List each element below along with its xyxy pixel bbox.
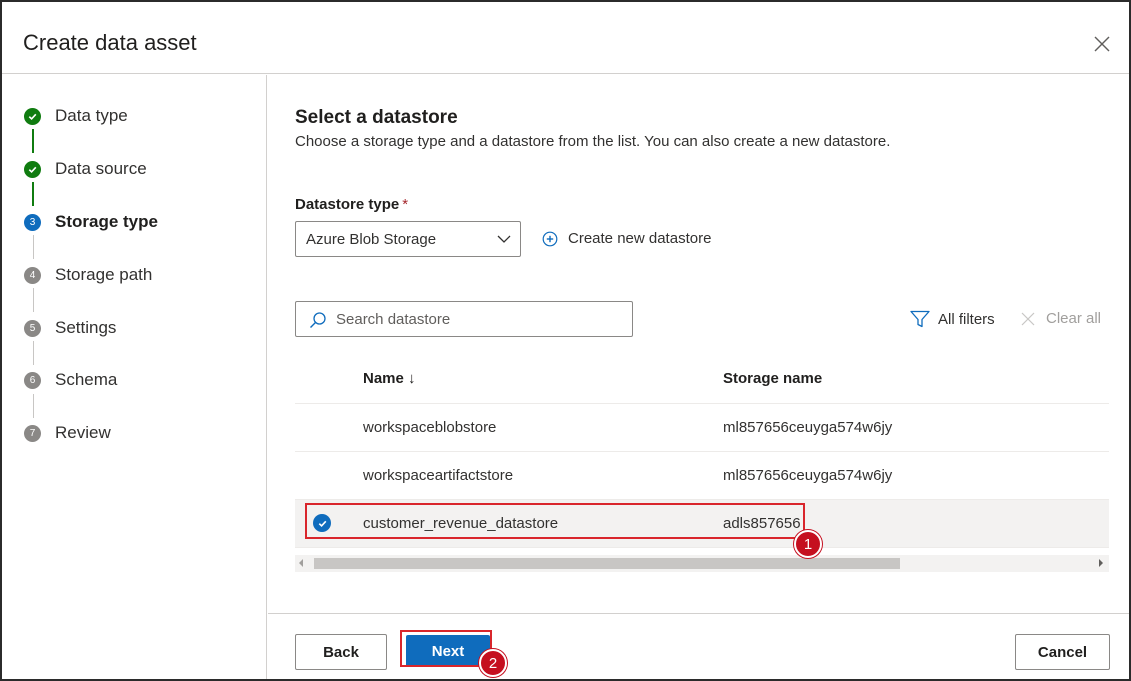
column-header-storage-name[interactable]: Storage name [723, 370, 822, 387]
step-connector [33, 394, 34, 418]
cancel-button[interactable]: Cancel [1015, 634, 1110, 670]
table-row[interactable]: workspaceartifactstore ml857656ceuyga574… [295, 452, 1109, 500]
cell-storage-name: ml857656ceuyga574w6jy [723, 467, 893, 484]
section-description: Choose a storage type and a datastore fr… [295, 133, 891, 150]
step-connector [33, 235, 34, 259]
search-icon [310, 312, 326, 328]
annotation-badge-2: 2 [479, 649, 507, 677]
scrollbar-thumb[interactable] [314, 558, 900, 569]
table-header: Name ↓ Storage name [295, 357, 1109, 404]
step-data-source[interactable]: Data source [24, 157, 147, 181]
clear-all-label: Clear all [1046, 310, 1102, 327]
step-data-type[interactable]: Data type [24, 104, 128, 128]
step-label: Schema [55, 370, 118, 389]
dialog: Create data asset Data type Data source [0, 0, 1131, 681]
wizard-steps: Data type Data source 3 Storage type 4 S… [2, 75, 267, 679]
all-filters-button[interactable]: All filters [910, 310, 995, 328]
step-label: Storage path [55, 265, 153, 284]
all-filters-label: All filters [938, 310, 995, 328]
step-connector [33, 288, 34, 312]
horizontal-scrollbar[interactable] [295, 555, 1109, 572]
step-number: 5 [24, 319, 41, 337]
search-box[interactable] [295, 301, 633, 337]
required-mark: * [402, 196, 409, 213]
step-number: 4 [24, 266, 41, 284]
table-row-selected[interactable]: customer_revenue_datastore adls857656 [295, 500, 1109, 548]
dialog-title: Create data asset [23, 30, 197, 55]
close-button[interactable] [1090, 32, 1114, 56]
step-label: Settings [55, 318, 117, 337]
datastore-type-value: Azure Blob Storage [306, 230, 437, 248]
datastore-type-label-text: Datastore type [295, 196, 400, 213]
create-new-datastore-label: Create new datastore [568, 230, 712, 247]
step-storage-path[interactable]: 4 Storage path [24, 263, 152, 287]
cell-name: customer_revenue_datastore [363, 515, 559, 532]
next-button[interactable]: Next [406, 635, 490, 667]
step-schema[interactable]: 6 Schema [24, 368, 117, 392]
add-circle-icon [542, 231, 558, 246]
close-icon [1094, 36, 1110, 52]
step-label: Data source [55, 159, 147, 178]
clear-all-button[interactable]: Clear all [1020, 310, 1101, 327]
scroll-left-arrow-icon[interactable] [299, 559, 303, 567]
step-number: 7 [24, 424, 41, 442]
cell-storage-name: adls857656 [723, 515, 801, 532]
column-header-name[interactable]: Name ↓ [363, 370, 416, 387]
step-connector [32, 129, 34, 153]
step-number: 6 [24, 371, 41, 389]
dialog-footer: Back Next Cancel [268, 613, 1129, 679]
table-row[interactable]: workspaceblobstore ml857656ceuyga574w6jy [295, 404, 1109, 452]
step-storage-type[interactable]: 3 Storage type [24, 210, 158, 234]
section-title: Select a datastore [295, 107, 458, 128]
search-input[interactable] [336, 302, 626, 336]
create-new-datastore-button[interactable]: Create new datastore [542, 230, 711, 247]
cell-storage-name: ml857656ceuyga574w6jy [723, 419, 893, 436]
check-icon [24, 107, 41, 125]
annotation-badge-1: 1 [794, 530, 822, 558]
dialog-header: Create data asset [2, 2, 1129, 74]
close-icon [1021, 312, 1035, 325]
back-button[interactable]: Back [295, 634, 387, 670]
datastore-type-dropdown[interactable]: Azure Blob Storage [295, 221, 521, 257]
cell-name: workspaceblobstore [363, 419, 497, 436]
check-icon [24, 160, 41, 178]
filter-icon [910, 310, 930, 328]
datastore-type-label: Datastore type * [295, 196, 408, 213]
step-review[interactable]: 7 Review [24, 421, 111, 445]
chevron-down-icon [497, 235, 511, 243]
step-settings[interactable]: 5 Settings [24, 316, 116, 340]
step-label: Storage type [55, 212, 158, 231]
scroll-right-arrow-icon[interactable] [1099, 559, 1103, 567]
main-panel: Select a datastore Choose a storage type… [268, 75, 1129, 613]
step-number: 3 [24, 213, 41, 231]
step-connector [32, 182, 34, 206]
row-selected-check-icon[interactable] [313, 514, 331, 532]
cell-name: workspaceartifactstore [363, 467, 514, 484]
step-connector [33, 341, 34, 365]
step-label: Data type [55, 106, 128, 125]
step-label: Review [55, 423, 111, 442]
